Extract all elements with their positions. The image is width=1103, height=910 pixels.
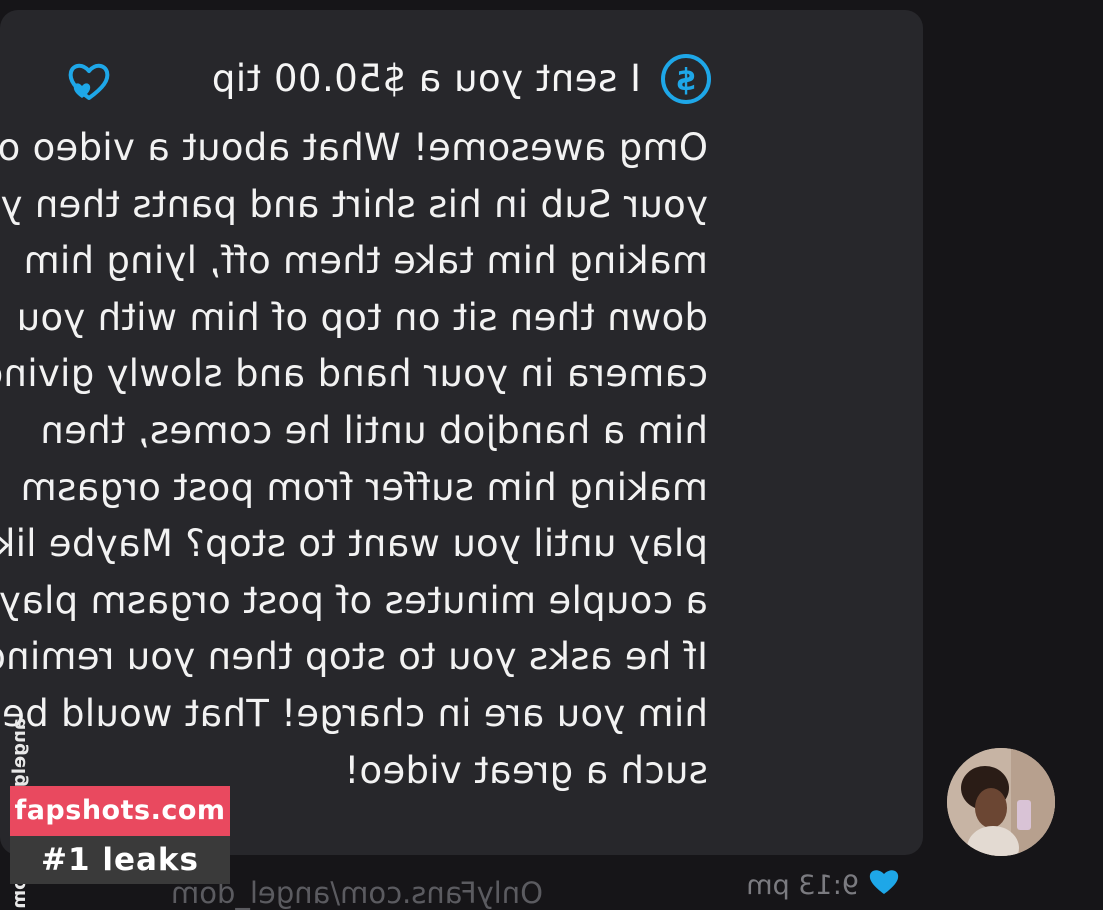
svg-text:$: $ [676, 63, 697, 98]
heart-icon[interactable] [65, 58, 113, 106]
message-bubble: $ I sent you a $50.00 tip Omg awesome! W… [0, 10, 923, 855]
avatar[interactable] [947, 748, 1055, 856]
mirrored-chat-screenshot: $ I sent you a $50.00 tip Omg awesome! W… [0, 0, 1103, 910]
watermark-tagline: #1 leaks [10, 836, 230, 884]
message-line: him you are in charge! That would be [1, 691, 708, 735]
tip-header: $ I sent you a $50.00 tip [33, 52, 713, 112]
message-line: camera in your hand and slowly giving [0, 352, 708, 396]
dollar-circle-icon: $ [661, 54, 711, 104]
message-line: Omg awesome! What about a video of [0, 126, 708, 169]
liked-heart-icon[interactable] [867, 866, 901, 896]
watermark-site: fapshots.com [10, 786, 230, 836]
avatar-photo [947, 748, 1055, 856]
message-line: him a handjob until he comes, then [40, 408, 708, 452]
message-line: making him take them off, lying him [23, 239, 708, 283]
message-text: Omg awesome! What about a video of your … [0, 120, 708, 799]
message-time: 9:13 pm [746, 870, 859, 901]
message-line: play until you want to stop? Maybe like [0, 522, 708, 566]
tip-text: I sent you a $50.00 tip [211, 57, 641, 100]
message-line: making him suffer from post orgasm [20, 465, 708, 509]
message-line: a couple minutes of post orgasm play? [0, 578, 708, 622]
message-line: down then sit on top of him with you [16, 295, 708, 339]
message-line: your Sub in his shirt and pants then you [0, 182, 708, 226]
message-line: If he asks you to stop then you remind [0, 635, 708, 679]
